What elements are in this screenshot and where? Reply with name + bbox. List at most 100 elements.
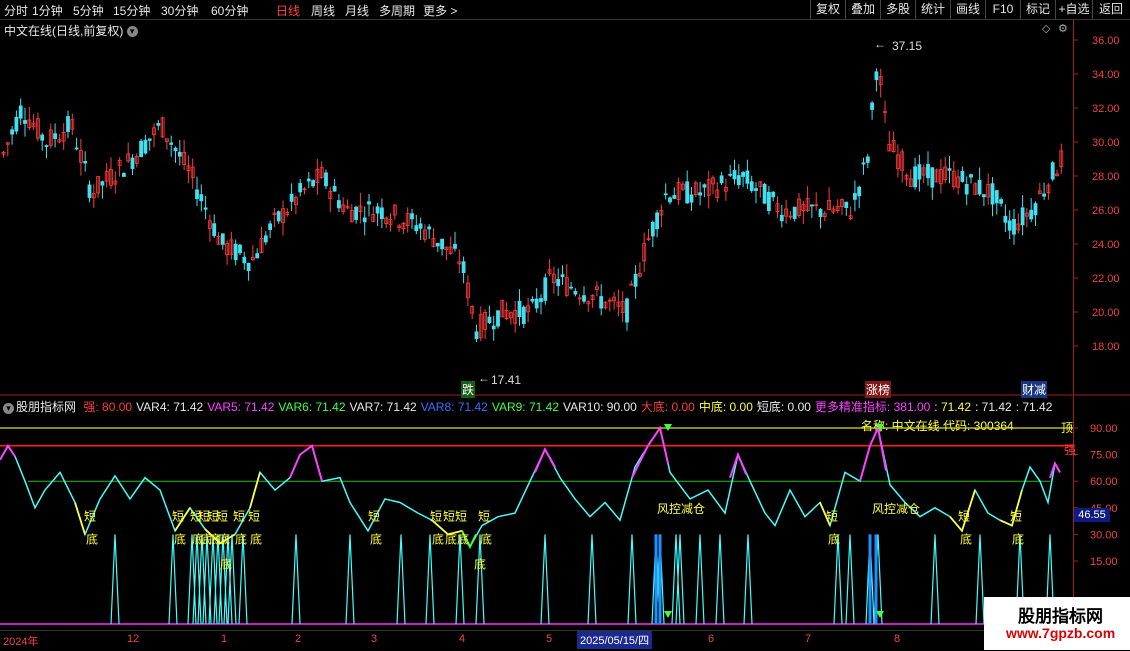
draw-line-button[interactable]: 画线 [950, 0, 985, 19]
tab-1min[interactable]: 1分钟 [32, 2, 63, 19]
tab-5min[interactable]: 5分钟 [73, 2, 104, 19]
tab-30min[interactable]: 30分钟 [161, 2, 198, 19]
candle-body [698, 192, 702, 196]
candle-body [861, 162, 866, 165]
low-arrow-icon: ← [478, 371, 490, 385]
candle-body [18, 105, 23, 119]
signal-spike [833, 534, 843, 625]
short-signal: 短 [430, 510, 442, 524]
candle-body [139, 140, 144, 158]
candle-body [930, 167, 935, 188]
date-label: 1 [221, 633, 228, 645]
stats-button[interactable]: 统计 [915, 0, 950, 19]
tab-daily[interactable]: 日线 [276, 2, 300, 19]
candle-body [999, 199, 1003, 204]
tab-multi-period[interactable]: 多周期 [379, 2, 415, 19]
indicator-chart: 短底短底短底短底短底短底短底短底短底短底短底短底短底短底短底短底底 底风控减仓 风控… [0, 396, 1118, 630]
candle-body [569, 286, 573, 289]
candle-body [143, 139, 148, 154]
high-price-label: 37.15 [892, 39, 923, 53]
candle-body [964, 183, 969, 195]
candle-body [771, 191, 776, 198]
low-price-label: 17.41 [491, 373, 522, 387]
signal-spike [845, 534, 855, 625]
candle-body [410, 213, 414, 220]
short-signal: 短 [478, 510, 490, 524]
bottom-signal: 底 [174, 532, 186, 547]
date-label: 2024年 [3, 636, 39, 648]
multi-stock-button[interactable]: 多股 [880, 0, 915, 19]
price-tick: 22.00 [1092, 273, 1120, 285]
candle-body [543, 277, 548, 301]
bottom-signal: 底 [432, 532, 444, 547]
candle-body [427, 226, 432, 230]
tab-monthly[interactable]: 月线 [345, 2, 369, 19]
candle-body [994, 190, 999, 204]
back-button[interactable]: 返回 [1092, 0, 1129, 19]
candle-body [749, 181, 754, 191]
candle-body [844, 201, 849, 209]
candle-body [40, 134, 45, 141]
candle-body [977, 179, 982, 195]
candle-body [754, 188, 758, 191]
candle-body [913, 166, 917, 188]
indicator-tick: 90.00 [1090, 423, 1118, 435]
mark-button[interactable]: 标记 [1020, 0, 1055, 19]
candle-body [212, 223, 217, 237]
candle-body [435, 242, 440, 247]
candle-body [655, 212, 659, 230]
candle-body [663, 193, 668, 196]
short-signal: 短 [368, 510, 380, 524]
candle-body [1007, 220, 1012, 231]
signal-spike [540, 534, 550, 625]
candle-body [762, 183, 767, 204]
candle-body [870, 102, 874, 110]
signal-spike [715, 534, 725, 625]
oscillator-high-segment [631, 425, 669, 479]
candle-body [354, 206, 359, 220]
short-signal: 短 [172, 510, 184, 524]
overlay-button[interactable]: 叠加 [845, 0, 880, 19]
signal-bar [874, 534, 878, 624]
bottom-signal: 底 [370, 532, 382, 547]
bottom-signal: 底 [960, 532, 972, 547]
candle-body [14, 116, 19, 132]
candle-body [947, 168, 952, 171]
candle-body [199, 194, 204, 202]
candle-body [779, 214, 784, 222]
candle-body [556, 278, 561, 287]
date-label: 4 [459, 633, 466, 645]
candle-body [702, 184, 707, 188]
candle-body [83, 161, 88, 164]
oscillator-high-segment [1049, 461, 1061, 478]
candle-body [719, 175, 724, 184]
signal-spike [930, 534, 940, 625]
tab-fenshi[interactable]: 分时 [4, 2, 28, 19]
candle-body [44, 145, 49, 147]
tab-weekly[interactable]: 周线 [311, 2, 335, 19]
candle-body [487, 316, 492, 324]
price-tick: 34.00 [1092, 69, 1120, 81]
candle-body [1020, 207, 1025, 226]
candle-body [728, 173, 733, 176]
add-watchlist-button[interactable]: +自选 [1055, 0, 1092, 19]
f10-button[interactable]: F10 [985, 0, 1020, 19]
tab-60min[interactable]: 60分钟 [211, 2, 248, 19]
price-tick: 32.00 [1092, 103, 1120, 115]
tab-15min[interactable]: 15分钟 [113, 2, 150, 19]
candle-body [560, 274, 565, 278]
fuquan-button[interactable]: 复权 [810, 0, 845, 19]
date-label: 2 [295, 633, 302, 645]
bottom-signal: 底 [445, 532, 457, 547]
bottom-signal: 底 [218, 532, 230, 547]
signal-bar [868, 534, 872, 624]
date-label: 3 [371, 633, 378, 645]
candle-body [332, 185, 337, 192]
short-signal: 短 [1010, 510, 1022, 524]
tab-more[interactable]: 更多 > [423, 2, 457, 19]
price-tick: 18.00 [1092, 341, 1120, 353]
short-signal: 短 [248, 510, 260, 524]
bottom-signal: 底 [86, 532, 98, 547]
short-signal: 短 [826, 510, 838, 524]
candle-body [147, 138, 152, 141]
